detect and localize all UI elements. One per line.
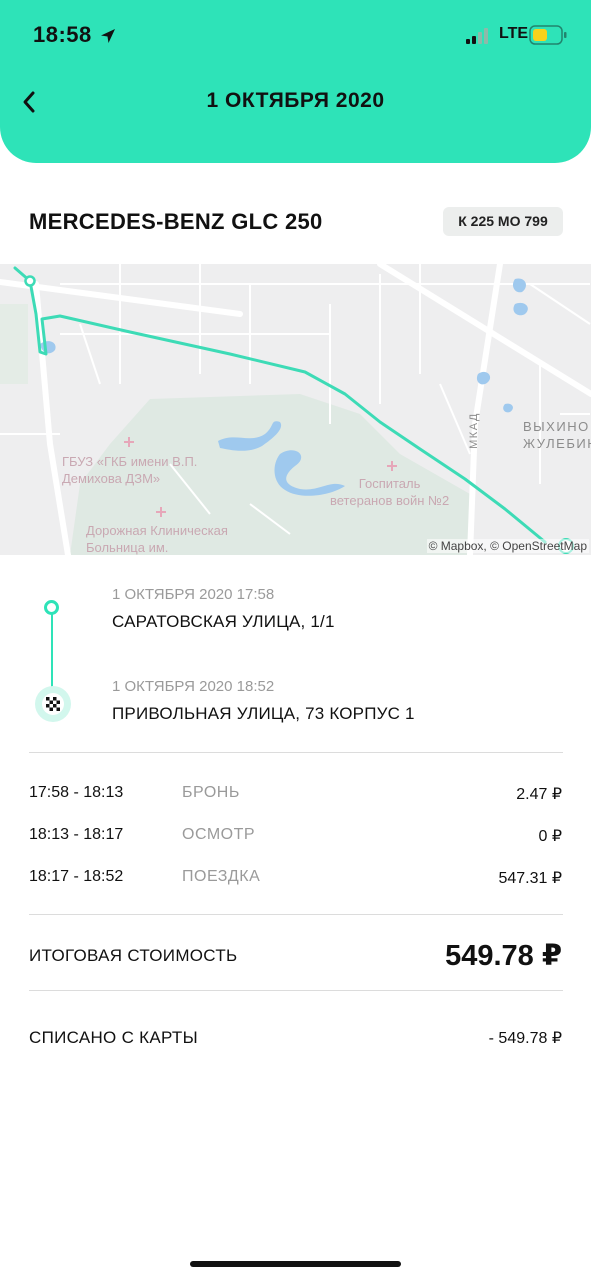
map-label-road: МКАД [467,412,480,449]
map-label-hospital1: ГБУЗ «ГКБ имени В.П. Демихова ДЗМ» [62,454,198,486]
finish-flag-icon [35,686,71,722]
license-plate-badge: К 225 МО 799 [443,207,563,236]
start-address: САРАТОВСКАЯ УЛИЦА, 1/1 [112,612,335,631]
home-indicator[interactable] [190,1261,401,1267]
end-datetime: 1 ОКТЯБРЯ 2020 18:52 [112,678,275,695]
start-datetime: 1 ОКТЯБРЯ 2020 17:58 [112,586,275,603]
charged-label: СПИСАНО С КАРТЫ [29,1028,198,1047]
route-line [13,266,574,554]
total-cost-value: 549.78 ₽ [445,940,562,972]
checkered-flag-icon [46,697,60,711]
route-start-marker [24,275,36,287]
cost-row-label: ПОЕЗДКА [182,868,261,885]
cost-row-time: 18:17 - 18:52 [29,868,124,885]
battery-icon [529,25,567,45]
cost-row-price: 2.47 ₽ [516,786,562,803]
car-model: MERCEDES-BENZ GLC 250 [29,209,323,234]
location-arrow-icon [101,29,115,43]
end-address: ПРИВОЛЬНАЯ УЛИЦА, 73 КОРПУС 1 [112,704,415,723]
total-cost-label: ИТОГОВАЯ СТОИМОСТЬ [29,946,238,965]
divider [29,914,563,915]
charged-value: - 549.78 ₽ [488,1030,562,1047]
page-title: 1 ОКТЯБРЯ 2020 [206,89,385,112]
cost-row-time: 17:58 - 18:13 [29,784,124,801]
divider [29,990,563,991]
cost-row-price: 0 ₽ [538,828,562,845]
map-label-hospital2: Дорожная Клиническая Больница им. [86,523,228,555]
map-attribution[interactable]: © Mapbox, © OpenStreetMap [426,539,589,553]
divider [29,752,563,753]
map-label-district: ВЫХИНО ЖУЛЕБИН [523,419,591,451]
header-bar: 18:58 LTE 1 ОКТЯБРЯ 2020 [0,0,591,163]
route-map[interactable]: ГБУЗ «ГКБ имени В.П. Демихова ДЗМ» Дорожн… [0,264,591,555]
cost-row-label: БРОНЬ [182,784,240,801]
timeline-connector [51,613,53,688]
cost-row-time: 18:13 - 18:17 [29,826,124,843]
cost-row-price: 547.31 ₽ [498,870,562,887]
start-point-icon [44,600,59,615]
status-time: 18:58 [33,22,92,47]
map-label-hospital3: Госпиталь ветеранов войн №2 [330,476,450,508]
network-label: LTE [499,25,529,42]
cost-row-label: ОСМОТР [182,826,256,843]
signal-icon [466,28,488,44]
